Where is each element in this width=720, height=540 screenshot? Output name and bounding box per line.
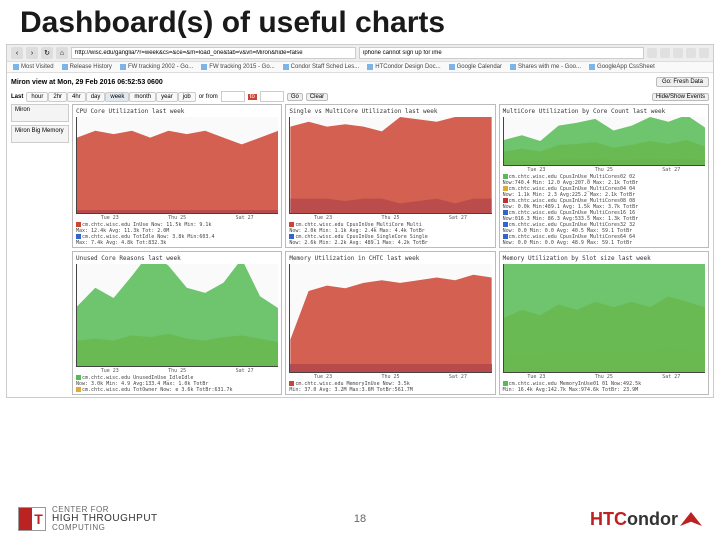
chart-title: Memory Utilization by Slot size last wee… <box>500 254 708 263</box>
bookmark-item[interactable]: Release History <box>62 64 112 70</box>
chart-card: Unused Core Reasons last weekTue 23Thu 2… <box>72 251 282 395</box>
chart-card: Single vs MultiCore Utilization last wee… <box>285 104 495 248</box>
bookmark-item[interactable]: GoogleApp CssSheet <box>589 64 655 70</box>
time-controls: Last hour2hr4hrdayweekmonthyearjob or fr… <box>11 89 709 104</box>
time-seg-2hr[interactable]: 2hr <box>48 92 67 102</box>
browser-window: ‹ › ↻ ⌂ Most Visited Release History FW tr… <box>6 44 714 398</box>
sidebar: Miron Miron Big Memory <box>11 104 69 395</box>
clear-button[interactable]: Clear <box>306 93 328 101</box>
time-seg-week[interactable]: week <box>105 92 129 102</box>
extension-icon-2[interactable] <box>686 48 696 58</box>
chart-card: CPU Core Utilization last weekTue 23Thu … <box>72 104 282 248</box>
or-from-label: or from <box>199 94 218 100</box>
go-button[interactable]: Go <box>287 93 303 101</box>
extension-icon[interactable] <box>673 48 683 58</box>
menu-icon[interactable] <box>699 48 709 58</box>
time-seg-hour[interactable]: hour <box>26 92 48 102</box>
time-seg-year[interactable]: year <box>156 92 178 102</box>
back-button[interactable]: ‹ <box>11 47 23 59</box>
hide-show-events-button[interactable]: Hide/Show Events <box>652 93 709 101</box>
htcondor-logo: HTCondor <box>590 509 702 530</box>
chart-title: CPU Core Utilization last week <box>73 107 281 116</box>
bookmark-item[interactable]: FW tracking 2015 - Go... <box>201 64 274 70</box>
page-content: Miron view at Mon, 29 Feb 2016 06:52:53 … <box>7 73 713 397</box>
address-bar: ‹ › ↻ ⌂ <box>7 45 713 62</box>
chart-card: Memory Utilization by Slot size last wee… <box>499 251 709 395</box>
sidebar-item-miron[interactable]: Miron <box>11 104 69 122</box>
time-seg-4hr[interactable]: 4hr <box>67 92 86 102</box>
logo-sub-text: COMPUTING <box>52 523 105 532</box>
time-seg-job[interactable]: job <box>178 92 196 102</box>
to-label: to <box>248 94 257 100</box>
chart-plot <box>289 264 491 373</box>
chart-legend: cm.chtc.wisc.edu InUse Now: 11.5k Min: 9… <box>73 221 281 247</box>
chart-plot <box>76 117 278 214</box>
home-button[interactable]: ⌂ <box>56 47 68 59</box>
fresh-data-button[interactable]: Go: Fresh Data <box>656 77 709 87</box>
chart-plot <box>289 117 491 214</box>
chart-title: Single vs MultiCore Utilization last wee… <box>286 107 494 116</box>
reload-button[interactable]: ↻ <box>41 47 53 59</box>
chart-legend: cm.chtc.wisc.edu CpusInUse_MultiCores02 … <box>500 173 708 247</box>
bookmark-item[interactable]: FW tracking 2002 - Go... <box>120 64 193 70</box>
page-number: 18 <box>354 513 366 525</box>
chart-title: MultiCore Utilization by Core Count last… <box>500 107 708 116</box>
bookmark-item[interactable]: Google Calendar <box>449 64 502 70</box>
view-title: Miron view at Mon, 29 Feb 2016 06:52:53 … <box>11 79 163 86</box>
slide-title: Dashboard(s) of useful charts <box>0 0 720 44</box>
chart-legend: cm.chtc.wisc.edu MemoryInUse01 01 Now:49… <box>500 380 708 394</box>
last-label: Last <box>11 94 23 100</box>
chart-plot <box>503 264 705 373</box>
slide-footer: T CENTER FOR HIGH THROUGHPUT COMPUTING 1… <box>0 498 720 540</box>
forward-button[interactable]: › <box>26 47 38 59</box>
chart-title: Unused Core Reasons last week <box>73 254 281 263</box>
bookmark-item[interactable]: Condor Staff Sched Les... <box>283 64 360 70</box>
time-seg-month[interactable]: month <box>129 92 156 102</box>
time-seg-day[interactable]: day <box>86 92 106 102</box>
download-icon[interactable] <box>647 48 657 58</box>
chart-plot <box>503 117 705 166</box>
charts-grid: CPU Core Utilization last weekTue 23Thu … <box>72 104 709 395</box>
chart-title: Memory Utilization in CHTC last week <box>286 254 494 263</box>
bookmark-icon[interactable] <box>660 48 670 58</box>
url-input[interactable] <box>71 47 356 59</box>
sidebar-item-big-memory[interactable]: Miron Big Memory <box>11 125 69 143</box>
chtc-logo: T CENTER FOR HIGH THROUGHPUT COMPUTING <box>18 506 158 532</box>
bookmarks-bar: Most Visited Release History FW tracking 2… <box>7 62 713 73</box>
to-input[interactable] <box>260 91 284 102</box>
from-input[interactable] <box>221 91 245 102</box>
bird-icon <box>680 512 702 526</box>
bookmark-item[interactable]: HTCondor Design Doc... <box>367 64 440 70</box>
chart-legend: cm.chtc.wisc.edu UnusedInUse_IdleIdleNow… <box>73 374 281 394</box>
chart-legend: cm.chtc.wisc.edu CpusInUse_MultiCore Mul… <box>286 221 494 247</box>
chart-card: MultiCore Utilization by Core Count last… <box>499 104 709 248</box>
chart-legend: cm.chtc.wisc.edu MemoryInUse Now: 3.5kMi… <box>286 380 494 394</box>
bookmark-item[interactable]: Most Visited <box>13 64 54 70</box>
browser-search-input[interactable] <box>359 47 644 59</box>
chart-plot <box>76 264 278 367</box>
bookmark-item[interactable]: Shares with me - Goo... <box>510 64 581 70</box>
chart-card: Memory Utilization in CHTC last weekTue … <box>285 251 495 395</box>
